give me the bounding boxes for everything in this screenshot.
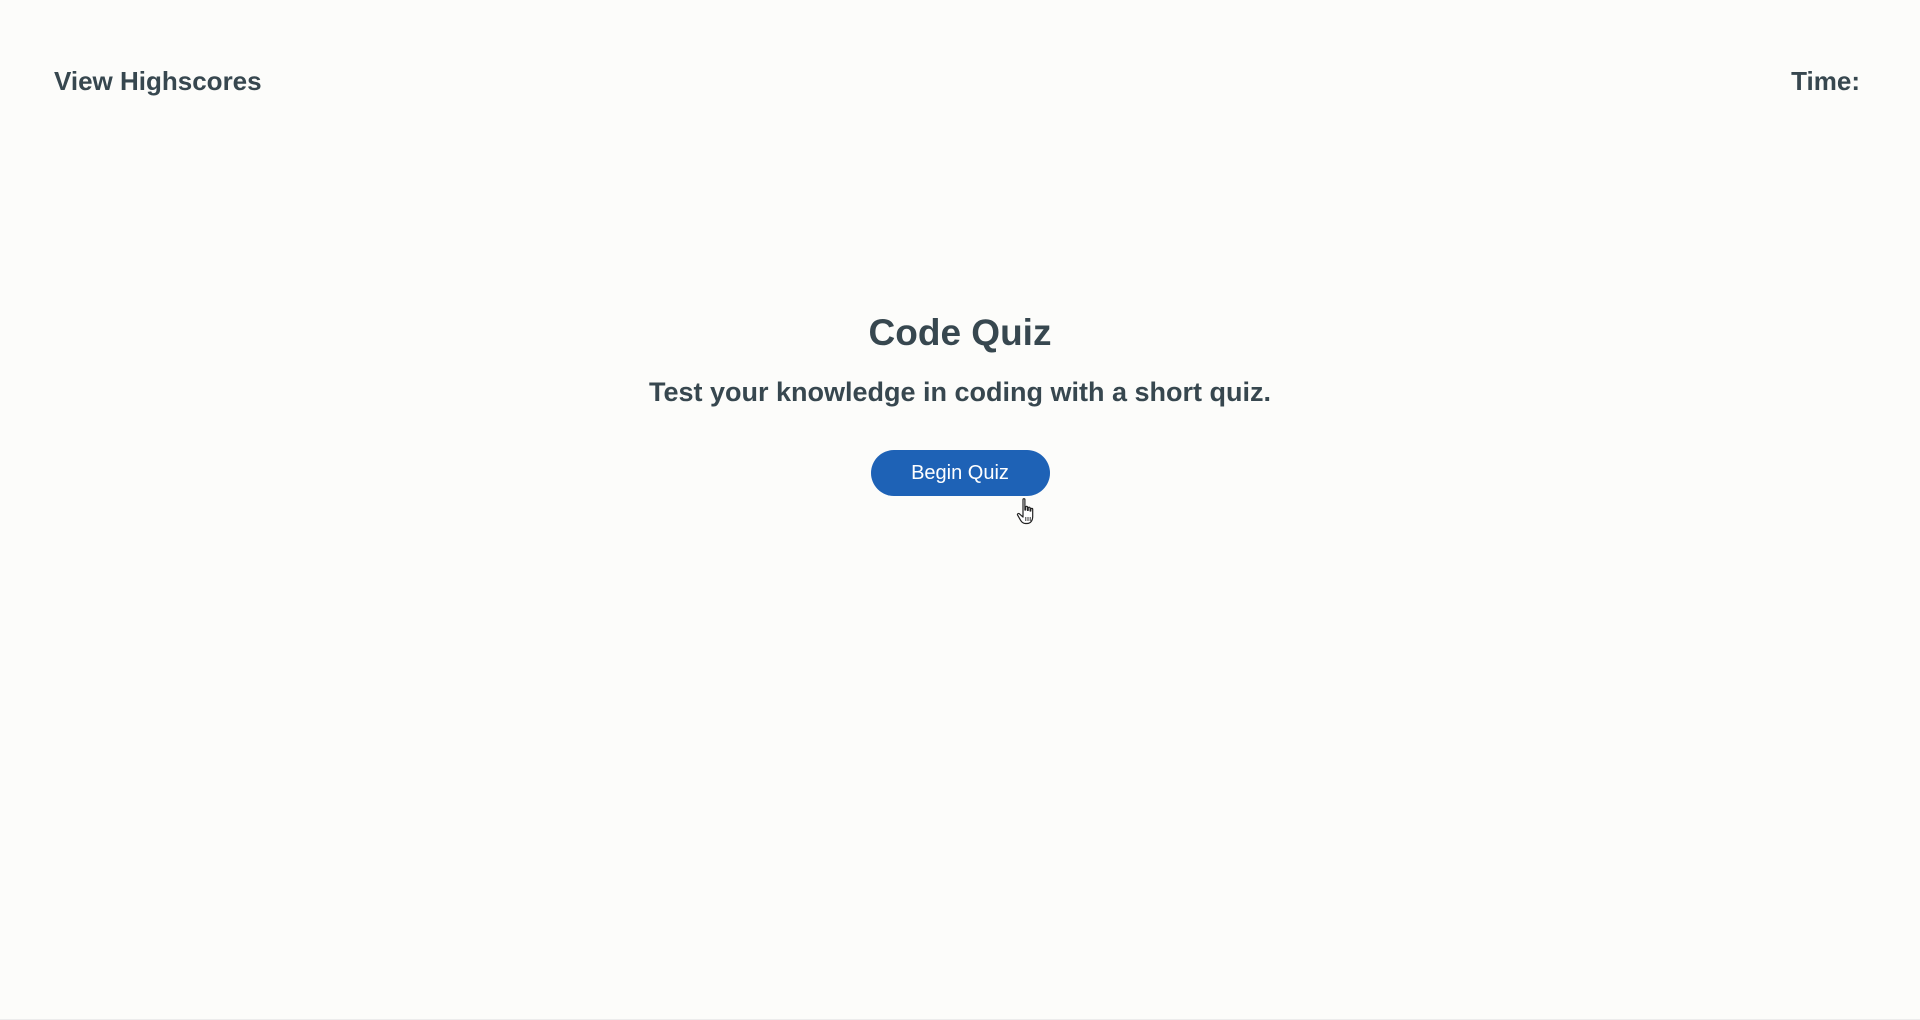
intro-description: Test your knowledge in coding with a sho… bbox=[648, 377, 1272, 407]
page-title: Code Quiz bbox=[868, 312, 1052, 353]
view-highscores-link[interactable]: View Highscores bbox=[54, 64, 262, 98]
timer-label: Time: bbox=[1791, 66, 1860, 96]
hand-pointer-cursor-icon bbox=[1016, 498, 1034, 525]
intro-section: Code Quiz Test your knowledge in coding … bbox=[0, 308, 1920, 496]
quiz-page: View Highscores Time: Code Quiz Test you… bbox=[0, 0, 1920, 1020]
begin-quiz-button[interactable]: Begin Quiz bbox=[870, 450, 1050, 496]
timer: Time: bbox=[1791, 64, 1866, 98]
top-bar: View Highscores Time: bbox=[0, 0, 1920, 162]
